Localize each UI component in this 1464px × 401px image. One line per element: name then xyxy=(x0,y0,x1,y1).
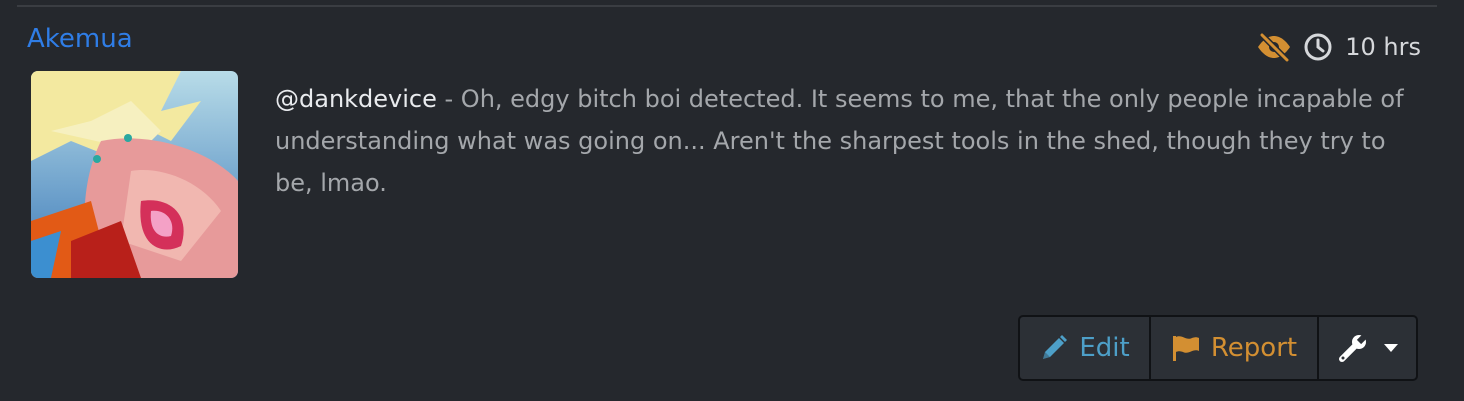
comment-text: - Oh, edgy bitch boi detected. It seems … xyxy=(275,85,1404,197)
post-meta: 10 hrs xyxy=(1255,30,1421,64)
caret-down-icon xyxy=(1383,343,1399,353)
eye-slash-icon[interactable] xyxy=(1255,31,1293,63)
edit-button[interactable]: Edit xyxy=(1020,317,1149,379)
post-time: 10 hrs xyxy=(1345,33,1421,61)
comment-body: @dankdevice - Oh, edgy bitch boi detecte… xyxy=(275,78,1425,204)
mention-link[interactable]: @dankdevice xyxy=(275,85,437,113)
tools-dropdown-button[interactable] xyxy=(1317,317,1416,379)
divider xyxy=(17,5,1437,7)
report-button[interactable]: Report xyxy=(1149,317,1317,379)
author-link[interactable]: Akemua xyxy=(27,24,133,54)
action-group: Edit Report xyxy=(1018,315,1418,381)
flag-icon xyxy=(1171,333,1201,363)
pencil-icon xyxy=(1039,333,1069,363)
clock-icon xyxy=(1303,32,1333,62)
comment-post: Akemua 10 hrs @dankdevice - Oh, edgy bit… xyxy=(0,0,1464,401)
wrench-icon xyxy=(1337,332,1369,364)
edit-label: Edit xyxy=(1079,333,1130,363)
avatar[interactable] xyxy=(31,71,238,278)
report-label: Report xyxy=(1210,333,1298,363)
